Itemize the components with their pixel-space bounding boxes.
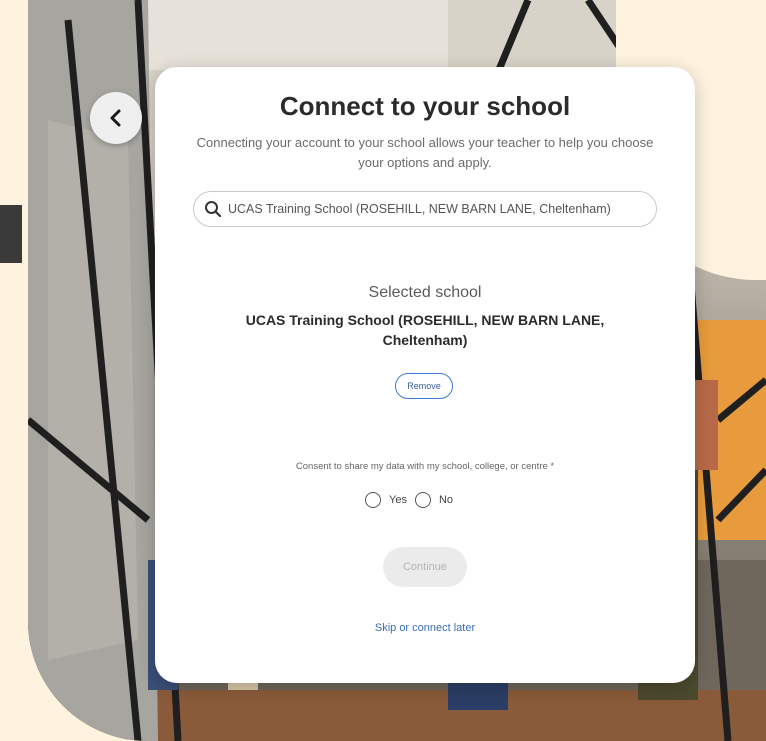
remove-button[interactable]: Remove <box>395 373 453 399</box>
search-icon <box>205 201 222 218</box>
consent-radio-group: Yes No <box>365 489 461 511</box>
connect-school-card: Connect to your school Connecting your a… <box>155 67 695 683</box>
search-input-value: UCAS Training School (ROSEHILL, NEW BARN… <box>228 202 611 216</box>
selected-school-label: Selected school <box>368 284 482 301</box>
page-title: Connect to your school <box>279 91 571 121</box>
background-strip <box>0 205 22 263</box>
consent-yes-radio[interactable] <box>365 492 381 508</box>
back-button[interactable] <box>90 92 142 144</box>
consent-no-radio[interactable] <box>414 492 431 508</box>
page-subtitle: Connecting your account to your school a… <box>196 135 654 170</box>
consent-question: Consent to share my data with my school,… <box>295 461 555 472</box>
chevron-left-icon <box>110 109 121 127</box>
skip-link[interactable]: Skip or connect later <box>155 622 695 634</box>
continue-button[interactable]: Continue <box>383 547 467 587</box>
consent-no-label: No <box>438 494 454 506</box>
selected-school-name: UCAS Training School (ROSEHILL, NEW BARN… <box>245 312 605 348</box>
school-search-input[interactable]: UCAS Training School (ROSEHILL, NEW BARN… <box>193 191 657 227</box>
consent-yes-label: Yes <box>389 494 407 506</box>
